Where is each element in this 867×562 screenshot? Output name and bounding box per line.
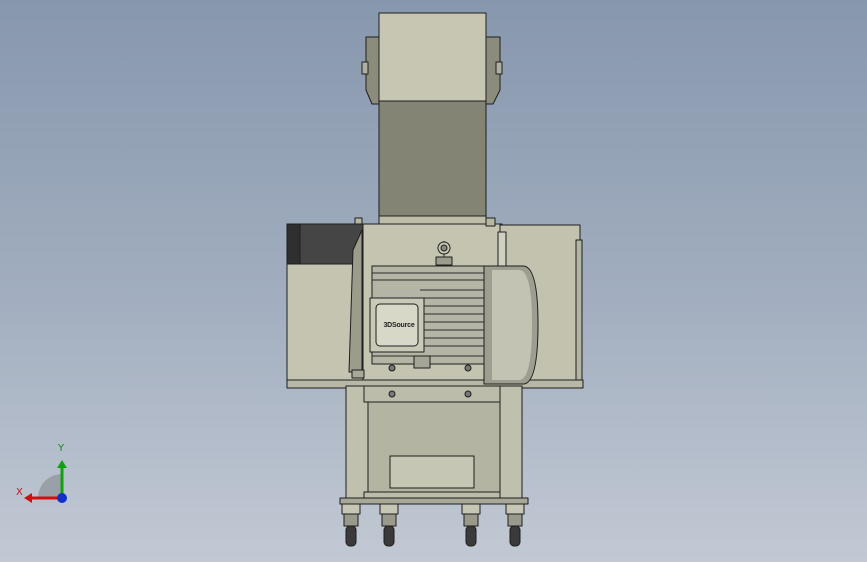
triad-plane-icon [38, 474, 62, 498]
axis-x-label: X [16, 487, 23, 498]
orientation-triad[interactable] [0, 0, 867, 562]
y-axis-arrowhead-icon [57, 460, 67, 468]
graphics-viewport[interactable]: 3DSource X Y [0, 0, 867, 562]
x-axis-arrowhead-icon [24, 493, 32, 503]
axis-y-label: Y [58, 443, 65, 454]
z-axis-dot-icon [57, 493, 67, 503]
